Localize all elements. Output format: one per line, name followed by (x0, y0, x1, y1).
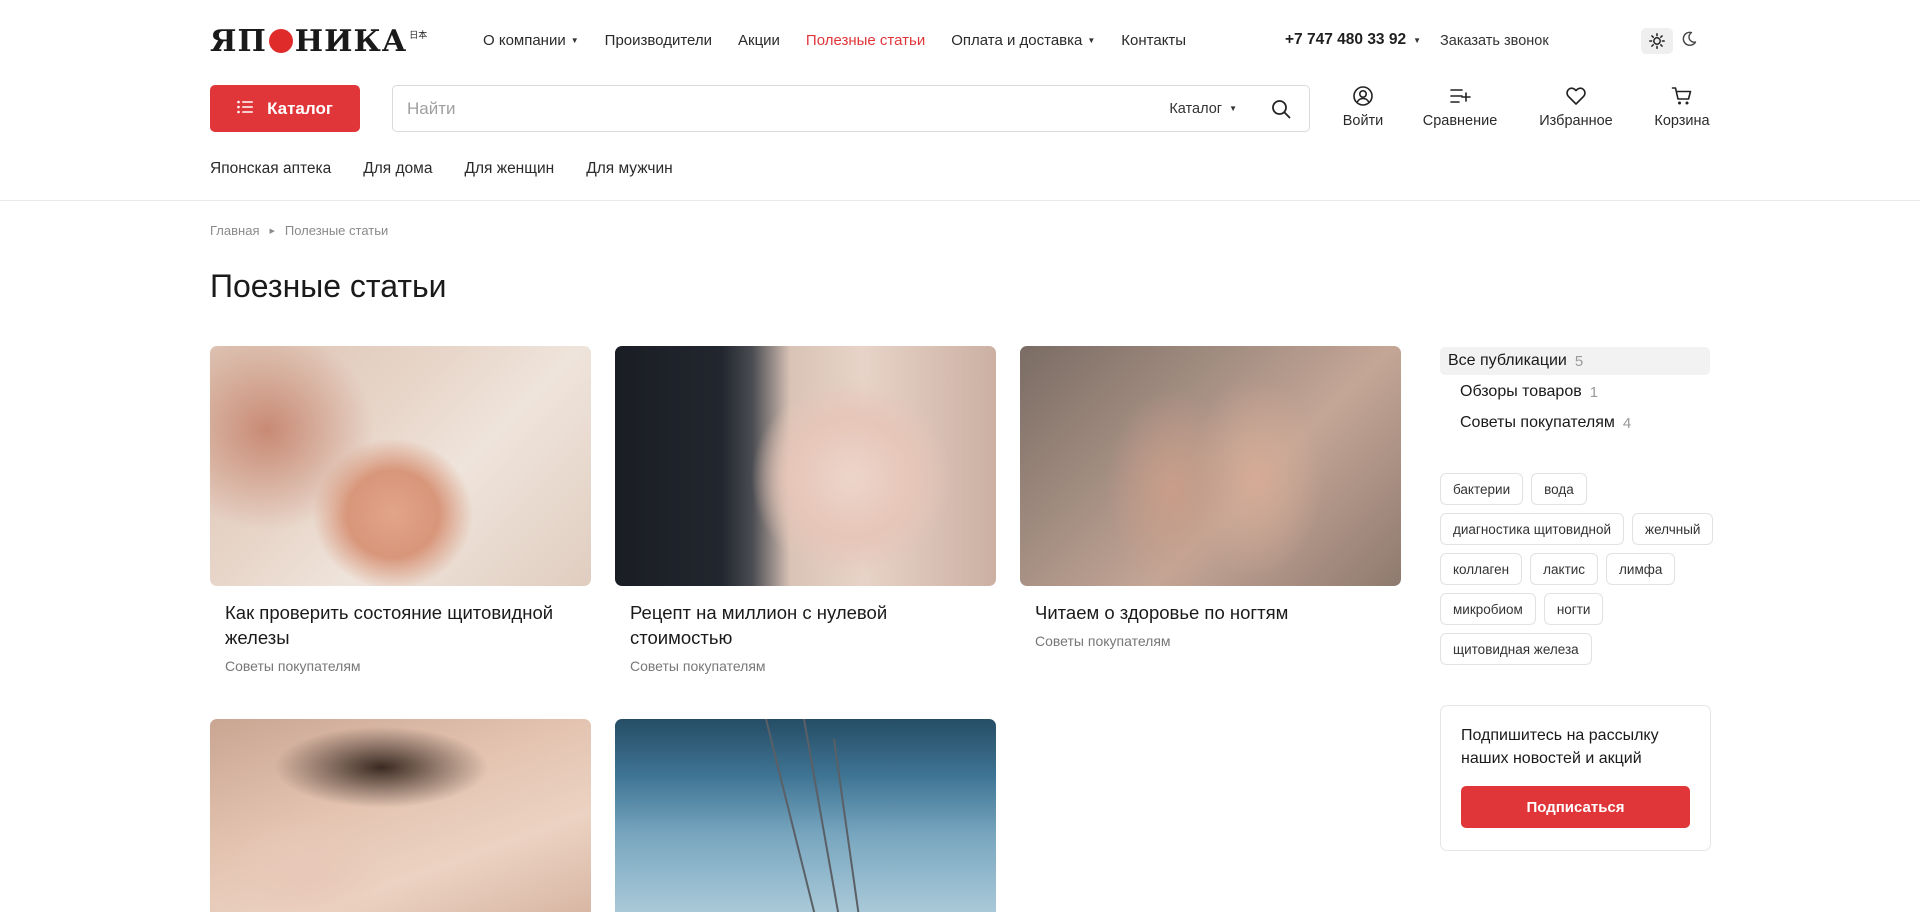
logo-text: ЯП НИКА (210, 23, 408, 59)
subnav-for-men[interactable]: Для мужчин (586, 160, 672, 178)
user-icon (1342, 85, 1384, 109)
tag[interactable]: вода (1531, 473, 1587, 505)
publications-filter: Все публикации 5 Обзоры товаров 1 Советы п… (1440, 347, 1710, 437)
topnav-payment-delivery[interactable]: Оплата и доставка ▼ (951, 32, 1095, 49)
category-navigation: Японская аптека Для дома Для женщин Для … (210, 160, 673, 178)
catalog-button[interactable]: Каталог (210, 85, 360, 132)
theme-switcher (1641, 28, 1697, 54)
article-image[interactable] (1020, 346, 1401, 586)
article-image[interactable] (210, 346, 591, 586)
callback-link[interactable]: Заказать звонок (1440, 33, 1549, 49)
tag[interactable]: микробиом (1440, 593, 1536, 625)
compare-icon (1422, 85, 1498, 109)
caret-down-icon: ▼ (1413, 35, 1422, 45)
article-category: Советы покупателям (630, 658, 766, 674)
tag[interactable]: диагностика щитовидной (1440, 513, 1625, 545)
topnav-manufacturers[interactable]: Производители (605, 32, 712, 49)
favorites-button[interactable]: Избранное (1536, 85, 1616, 129)
heart-icon (1536, 85, 1616, 109)
caret-down-icon: ▼ (1087, 36, 1096, 45)
article-image[interactable] (210, 719, 591, 912)
subnav-for-home[interactable]: Для дома (363, 160, 432, 178)
article-card[interactable] (210, 719, 591, 912)
tag[interactable]: ногти (1543, 593, 1604, 625)
search-input[interactable] (393, 98, 1170, 119)
subnav-for-women[interactable]: Для женщин (464, 160, 554, 178)
article-title[interactable]: Читаем о здоровье по ногтям (1020, 600, 1401, 625)
caret-down-icon: ▼ (1229, 104, 1237, 113)
logo-red-dot (268, 29, 293, 53)
chevron-right-icon: ▶ (269, 227, 275, 235)
sun-icon[interactable] (1641, 28, 1673, 54)
top-navigation: О компании ▼ Производители Акции Полезные… (483, 32, 1186, 49)
topnav-useful-articles[interactable]: Полезные статьи (806, 32, 925, 49)
topnav-about[interactable]: О компании ▼ (483, 32, 579, 49)
article-card[interactable]: Как проверить состояние щитовидной желез… (210, 346, 591, 674)
filter-buyer-tips[interactable]: Советы покупателям 4 (1452, 409, 1710, 437)
article-title[interactable]: Рецепт на миллион с нулевой стоимостью (615, 600, 996, 650)
filter-all-publications[interactable]: Все публикации 5 (1440, 347, 1710, 375)
topnav-promotions[interactable]: Акции (738, 32, 780, 49)
newsletter-text: Подпишитесь на рассылку наших новостей и… (1461, 727, 1659, 767)
search-scope-select[interactable]: Каталог ▼ (1169, 101, 1237, 117)
article-image[interactable] (615, 346, 996, 586)
article-category: Советы покупателям (225, 658, 361, 674)
breadcrumb-home[interactable]: Главная (210, 223, 259, 238)
article-title[interactable]: Как проверить состояние щитовидной желез… (210, 600, 591, 650)
logo[interactable]: ЯП НИКА 日本 (210, 23, 428, 59)
tag-cloud: бактерии вода диагностика щитовидной жел… (1440, 473, 1720, 665)
login-button[interactable]: Войти (1342, 85, 1384, 129)
tag[interactable]: щитовидная железа (1440, 633, 1592, 665)
caret-down-icon: ▼ (570, 36, 579, 45)
moon-icon[interactable] (1681, 31, 1697, 52)
tag[interactable]: коллаген (1440, 553, 1523, 585)
search-icon[interactable] (1269, 97, 1293, 121)
filter-product-reviews[interactable]: Обзоры товаров 1 (1452, 378, 1710, 406)
cart-icon (1652, 85, 1712, 109)
compare-button[interactable]: Сравнение (1422, 85, 1498, 129)
article-category: Советы покупателям (1035, 633, 1171, 649)
newsletter-box: Подпишитесь на рассылку наших новостей и… (1440, 705, 1711, 851)
tag[interactable]: лактис (1530, 553, 1599, 585)
article-card[interactable]: Рецепт на миллион с нулевой стоимостью С… (615, 346, 996, 674)
grass-stem-shape (833, 738, 861, 912)
phone-number[interactable]: +7 747 480 33 92 ▼ (1285, 31, 1421, 49)
search-bar: Каталог▼ (392, 85, 1310, 132)
tag[interactable]: бактерии (1440, 473, 1524, 505)
site-header: ЯП НИКА 日本 О компании ▼ Производители Акци… (0, 0, 1920, 201)
tag[interactable]: желчный (1632, 513, 1714, 545)
list-icon (237, 99, 254, 119)
cart-button[interactable]: Корзина (1652, 85, 1712, 129)
breadcrumb-current: Полезные статьи (284, 223, 389, 238)
logo-japan-mark: 日本 (409, 30, 428, 40)
subnav-japanese-pharmacy[interactable]: Японская аптека (210, 160, 331, 178)
subscribe-button[interactable]: Подписаться (1461, 786, 1690, 828)
article-image[interactable] (615, 719, 996, 912)
breadcrumb: Главная ▶ Полезные статьи (210, 223, 388, 238)
article-card[interactable] (615, 719, 996, 912)
tag[interactable]: лимфа (1606, 553, 1676, 585)
article-card[interactable]: Читаем о здоровье по ногтям Советы покуп… (1020, 346, 1401, 649)
page-title: Поезные статьи (210, 268, 447, 304)
topnav-contacts[interactable]: Контакты (1121, 32, 1186, 49)
